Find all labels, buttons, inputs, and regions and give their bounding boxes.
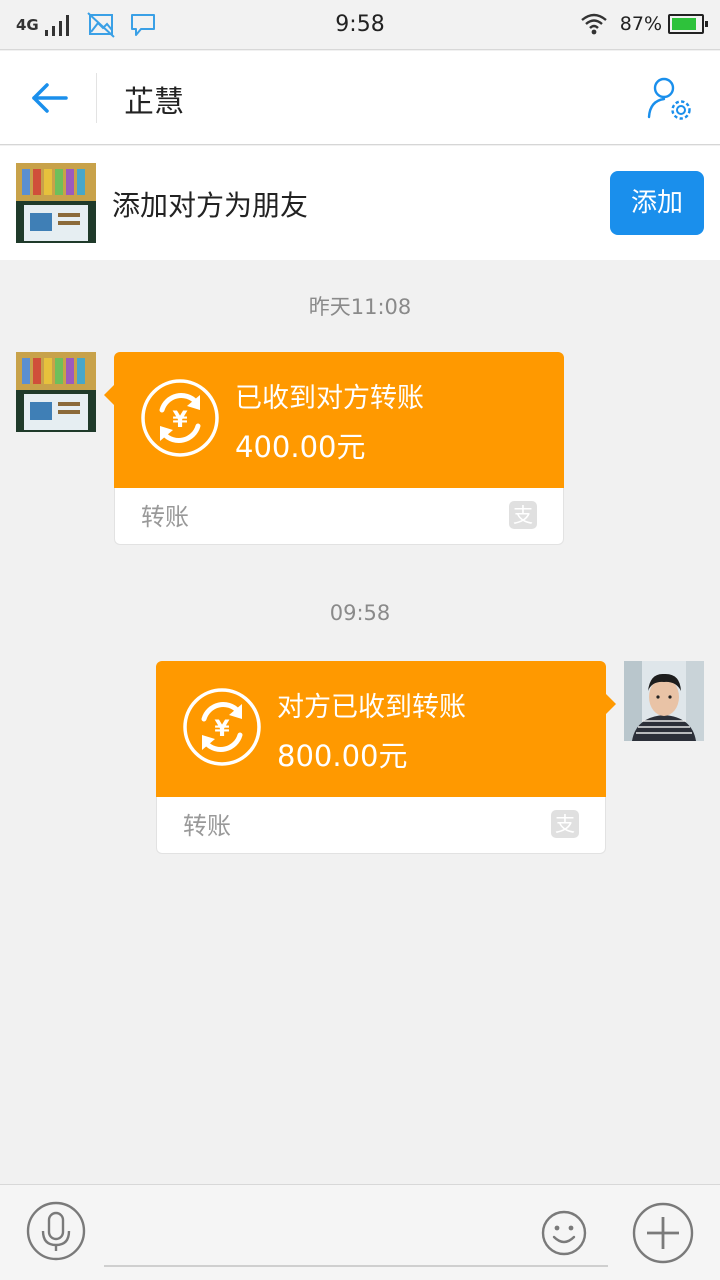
battery-fill: [672, 18, 697, 30]
plus-icon[interactable]: [632, 1202, 694, 1264]
input-bar: [0, 1184, 720, 1280]
transfer-title: 已收到对方转账: [235, 383, 424, 414]
my-avatar[interactable]: [624, 661, 704, 741]
transfer-label: 转账: [141, 503, 189, 531]
wifi-icon: [580, 13, 607, 35]
message-timestamp: 昨天11:08: [308, 295, 412, 319]
add-friend-text: 添加对方为朋友: [112, 189, 309, 222]
transfer-coin-icon: ¥: [141, 379, 219, 457]
battery-icon: [668, 14, 708, 34]
transfer-card-header: ¥ 已收到对方转账 400.00元: [104, 352, 564, 488]
transfer-title: 对方已收到转账: [277, 692, 466, 723]
transfer-card[interactable]: ¥ 对方已收到转账 800.00元 转账 支: [156, 661, 616, 854]
status-bar: 4G 9:58 87%: [0, 0, 720, 50]
contact-avatar[interactable]: [16, 163, 96, 243]
title-divider: [96, 73, 97, 123]
transfer-amount: 800.00元: [277, 739, 408, 773]
transfer-coin-icon: ¥: [183, 688, 261, 766]
transfer-amount: 400.00元: [235, 430, 366, 464]
emoji-icon[interactable]: [540, 1209, 588, 1257]
alipay-icon: 支: [551, 810, 579, 838]
microphone-icon[interactable]: [26, 1201, 86, 1261]
page-title: 芷慧: [124, 85, 184, 120]
status-right: 87%: [580, 12, 708, 36]
sender-avatar[interactable]: [16, 352, 96, 432]
alipay-icon: 支: [509, 501, 537, 529]
add-friend-bar: 添加对方为朋友 添加: [0, 146, 720, 260]
svg-text:¥: ¥: [214, 717, 230, 742]
battery-percent: 87%: [619, 13, 662, 35]
bubble-tail: [605, 693, 616, 715]
back-arrow-icon[interactable]: [28, 76, 72, 120]
svg-text:¥: ¥: [172, 408, 188, 433]
message-timestamp: 09:58: [329, 601, 391, 625]
message-input[interactable]: [104, 1265, 608, 1267]
user-settings-icon[interactable]: [646, 75, 694, 123]
transfer-card-header: ¥ 对方已收到转账 800.00元: [156, 661, 616, 797]
title-bar: 芷慧: [0, 51, 720, 145]
bubble-tail: [104, 384, 115, 406]
transfer-label: 转账: [183, 812, 231, 840]
transfer-card[interactable]: ¥ 已收到对方转账 400.00元 转账 支: [104, 352, 564, 545]
add-friend-button[interactable]: 添加: [610, 171, 704, 235]
